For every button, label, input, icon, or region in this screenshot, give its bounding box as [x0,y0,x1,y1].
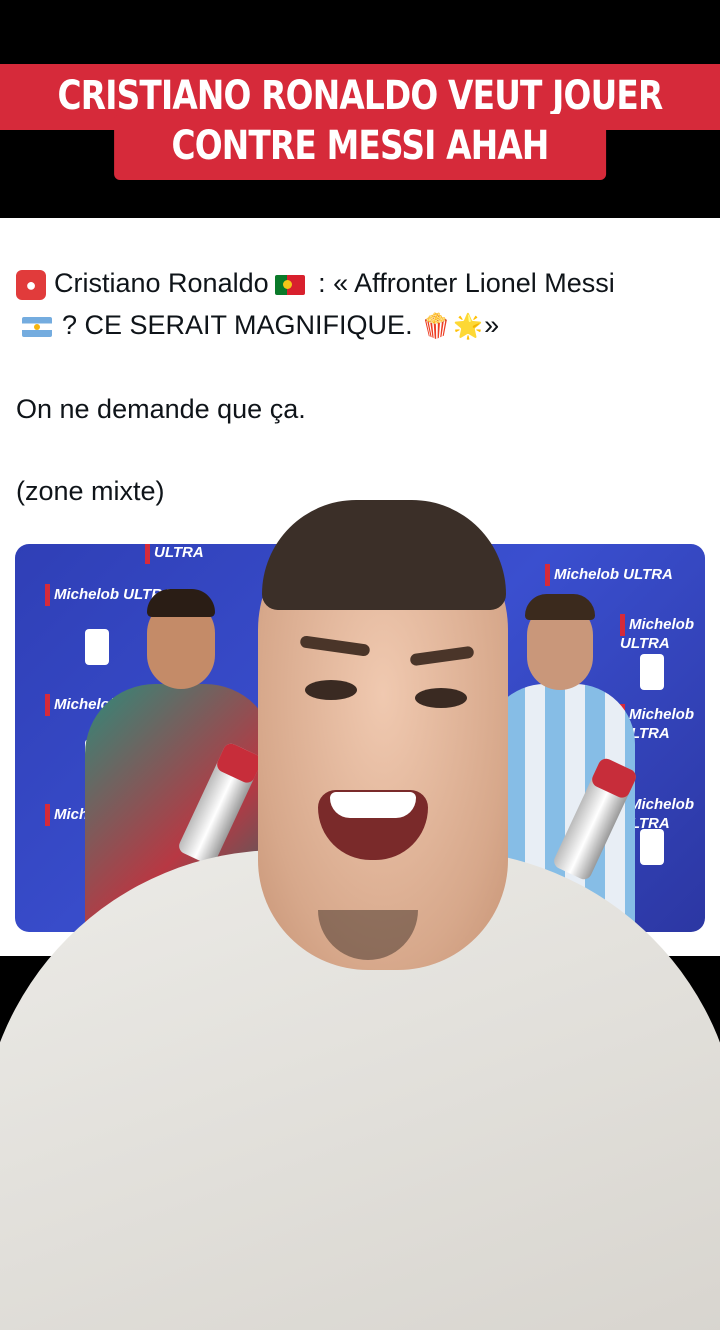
title-banner: CRISTIANO RONALDO VEUT JOUER CONTRE MESS… [0,0,720,218]
star-icon: 🌟 [453,312,484,340]
tweet-quote-body: ? CE SERAIT MAGNIFIQUE. [62,310,413,340]
streamer-teeth [330,792,416,818]
title-line-2: CONTRE MESSI AHAH [114,114,606,180]
siren-icon: ● [16,269,46,300]
popcorn-icon: 🍿 [421,312,452,340]
streamer-overlay [0,500,720,1330]
tweet-line-2: ? CE SERAIT MAGNIFIQUE. 🍿🌟» [16,304,706,348]
right-eye [415,688,467,708]
portugal-flag-icon [274,274,305,295]
tweet-line-1: ● Cristiano Ronaldo : « Affronter Lionel … [16,262,706,304]
argentina-flag-icon [22,316,52,337]
tweet-quote-end: » [484,310,500,340]
tweet-paragraph-2: On ne demande que ça. [16,393,306,424]
tweet-text: ● Cristiano Ronaldo : « Affronter Lionel … [16,262,706,512]
left-eye [305,680,357,700]
streamer-hair [262,500,506,610]
tweet-quote-start: : « Affronter Lionel Messi [318,268,615,298]
tweet-name: Cristiano Ronaldo [54,268,269,298]
